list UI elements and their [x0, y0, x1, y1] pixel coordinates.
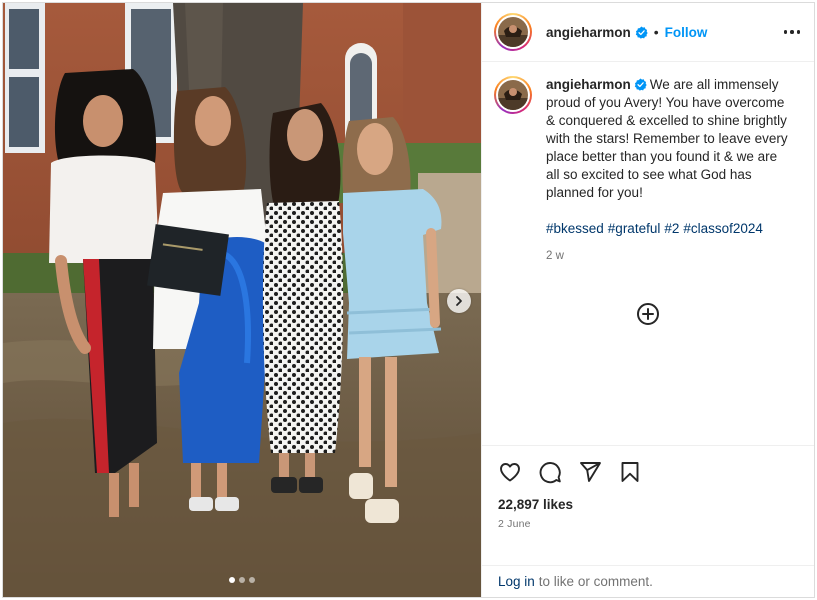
- load-more-comments-icon[interactable]: [636, 302, 660, 326]
- login-link[interactable]: Log in: [498, 574, 535, 589]
- instagram-post: angieharmon • Follow angieharmon We are …: [2, 2, 815, 598]
- caption-body: angieharmon We are all immensely proud o…: [546, 76, 788, 265]
- post-age[interactable]: 2 w: [546, 247, 788, 265]
- login-prompt: Log in to like or comment.: [482, 565, 814, 597]
- carousel-dot: [229, 577, 235, 583]
- verified-badge-icon: [635, 25, 648, 39]
- follow-button[interactable]: Follow: [665, 25, 708, 40]
- caption-verified-badge-icon: [634, 78, 647, 91]
- bookmark-icon[interactable]: [618, 460, 642, 484]
- story-ring[interactable]: [494, 13, 532, 51]
- photo-image: [3, 3, 481, 597]
- chevron-right-icon: [456, 296, 462, 306]
- carousel-indicator: [3, 577, 481, 583]
- avatar: [498, 17, 528, 47]
- comments-section: angieharmon We are all immensely proud o…: [482, 62, 814, 445]
- comment-icon[interactable]: [538, 460, 562, 484]
- hashtag-link[interactable]: #bkessed: [546, 221, 604, 236]
- carousel-dot: [239, 577, 245, 583]
- more-options-icon[interactable]: [782, 24, 803, 40]
- separator-dot: •: [653, 24, 659, 40]
- hashtag-link[interactable]: #2: [664, 221, 679, 236]
- caption-story-ring[interactable]: [494, 76, 532, 114]
- likes-count[interactable]: 22,897 likes: [498, 497, 798, 512]
- caption: angieharmon We are all immensely proud o…: [494, 76, 800, 265]
- carousel-dot: [249, 577, 255, 583]
- hashtag-link[interactable]: #grateful: [608, 221, 661, 236]
- post-sidebar: angieharmon • Follow angieharmon We are …: [481, 3, 814, 597]
- share-icon[interactable]: [578, 460, 602, 484]
- hashtag-list: #bkessed #grateful #2 #classof2024: [546, 220, 788, 238]
- post-photo[interactable]: [3, 3, 481, 597]
- login-prompt-text: to like or comment.: [538, 574, 653, 589]
- heart-icon[interactable]: [498, 460, 522, 484]
- caption-username[interactable]: angieharmon: [546, 77, 631, 92]
- post-header: angieharmon • Follow: [482, 3, 814, 62]
- caption-avatar: [498, 80, 528, 110]
- hashtag-link[interactable]: #classof2024: [683, 221, 763, 236]
- header-username[interactable]: angieharmon: [546, 25, 631, 40]
- post-date: 2 June: [498, 518, 531, 530]
- caption-message: We are all immensely proud of you Avery!…: [546, 77, 788, 200]
- action-icons: [498, 460, 798, 484]
- post-actions: 22,897 likes 2 June: [482, 445, 814, 565]
- carousel-next-button[interactable]: [447, 289, 471, 313]
